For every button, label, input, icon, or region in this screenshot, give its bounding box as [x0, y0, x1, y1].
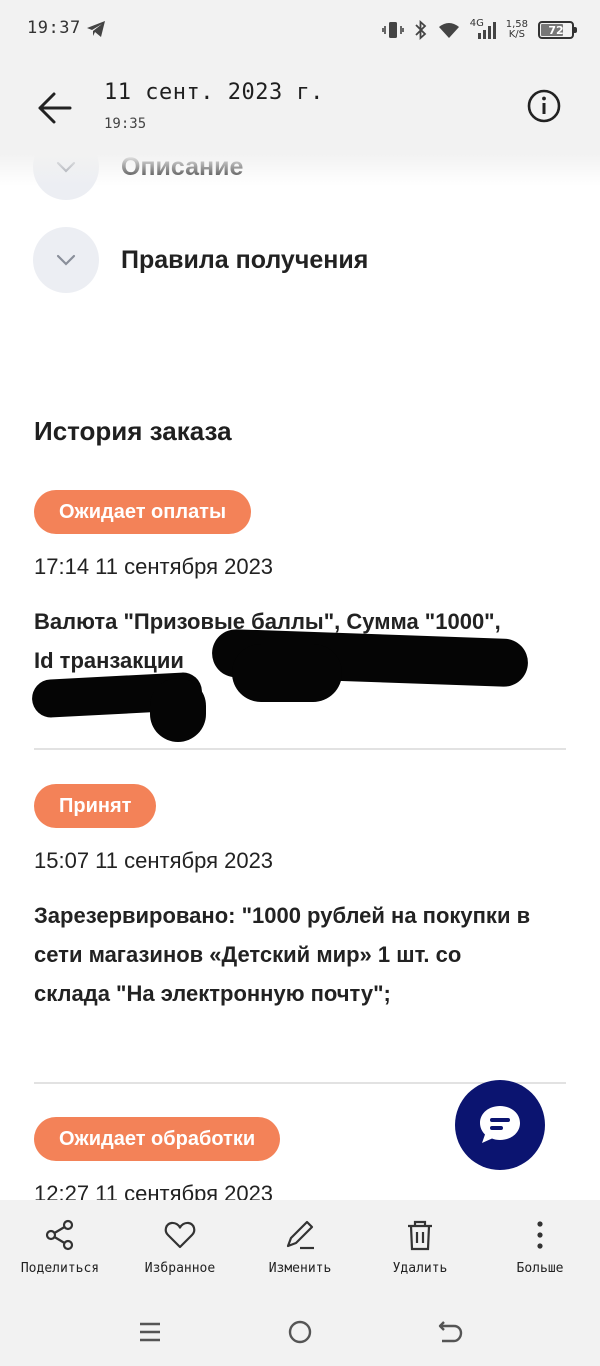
battery-icon: 72 [538, 21, 577, 39]
chevron-down-icon [33, 154, 99, 200]
entry-date: 17:14 11 сентября 2023 [34, 554, 274, 579]
more-button[interactable]: Больше [480, 1200, 600, 1296]
telegram-icon [87, 21, 105, 37]
edit-button[interactable]: Изменить [240, 1200, 360, 1296]
status-badge: Ожидает обработки [34, 1117, 281, 1161]
trash-icon [408, 1220, 432, 1251]
info-icon [527, 89, 561, 123]
home-button[interactable] [284, 1316, 316, 1348]
favorite-button[interactable]: Избранное [120, 1200, 240, 1296]
vibrate-icon [381, 22, 404, 38]
wifi-icon [438, 23, 459, 38]
bottom-action-bar: Поделиться Избранное Изменить Удалить Бо… [0, 1200, 600, 1296]
redaction-mark [232, 644, 342, 702]
net-speed: 1,58 K/S [506, 20, 528, 40]
entry-date: 15:07 11 сентября 2023 [34, 848, 274, 873]
status-badge: Принят [34, 784, 157, 828]
status-bar: 19:37 4G 1,58 K/S 72 [0, 0, 600, 58]
entry-date: 12:27 11 сентября 2023 [34, 1181, 274, 1200]
main-content: Описание Правила получения История заказ… [0, 154, 600, 1200]
recent-apps-button[interactable] [134, 1316, 166, 1348]
status-badge: Ожидает оплаты [34, 490, 252, 534]
delete-button[interactable]: Удалить [360, 1200, 480, 1296]
entry-text: Зарезервировано: "1000 рублей на покупки… [34, 903, 531, 1006]
favorite-label: Избранное [144, 1261, 216, 1276]
cellular-icon: 4G [470, 18, 496, 40]
heart-icon [164, 1221, 196, 1249]
status-icons: 4G 1,58 K/S 72 [381, 18, 577, 42]
battery-level: 72 [548, 24, 564, 37]
back-button[interactable] [30, 86, 78, 130]
pencil-icon [286, 1220, 314, 1250]
chat-button[interactable] [455, 1080, 545, 1170]
share-icon [45, 1219, 74, 1251]
more-vertical-icon [537, 1221, 543, 1249]
accordion-label: Описание [121, 154, 244, 181]
history-title: История заказа [34, 416, 232, 446]
accordion-description[interactable]: Описание [33, 154, 243, 200]
app-bar: 11 сент. 2023 г. 19:35 [0, 58, 600, 154]
page-subtitle: 19:35 [104, 116, 147, 132]
redaction-mark [150, 678, 206, 742]
edit-label: Изменить [268, 1261, 332, 1276]
history-entry: Принят 15:07 11 сентября 2023 Зарезервир… [34, 784, 566, 1013]
accordion-rules[interactable]: Правила получения [33, 227, 368, 293]
bluetooth-icon [415, 20, 427, 40]
accordion-label: Правила получения [121, 245, 369, 274]
share-button[interactable]: Поделиться [0, 1200, 120, 1296]
divider [34, 748, 566, 750]
page-title: 11 сент. 2023 г. [104, 80, 324, 105]
status-time: 19:37 [27, 18, 81, 38]
system-nav-bar [0, 1296, 600, 1366]
arrow-left-icon [38, 92, 72, 124]
share-label: Поделиться [20, 1261, 100, 1276]
net-speed-unit: K/S [508, 29, 525, 40]
chevron-down-icon [33, 227, 99, 293]
chat-bubble-icon [480, 1106, 520, 1143]
back-nav-button[interactable] [434, 1316, 466, 1348]
more-label: Больше [516, 1261, 564, 1276]
info-button[interactable] [526, 88, 562, 124]
delete-label: Удалить [392, 1261, 448, 1276]
